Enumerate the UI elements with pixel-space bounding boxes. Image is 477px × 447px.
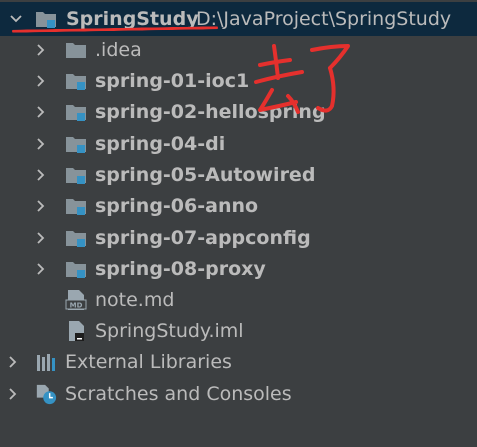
module-folder-icon <box>65 164 87 186</box>
tree-item-label: SpringStudy.iml <box>95 319 244 342</box>
tree-item-label: spring-04-di <box>95 132 226 155</box>
tree-item-module[interactable]: spring-01-ioc1 <box>0 65 477 96</box>
module-folder-icon <box>65 195 87 217</box>
tree-item-module[interactable]: spring-08-proxy <box>0 253 477 284</box>
handwritten-annotation <box>254 44 350 114</box>
tree-item-label: spring-05-Autowired <box>95 163 316 186</box>
tree-item-label: spring-01-ioc1 <box>95 69 250 92</box>
scratches-label: Scratches and Consoles <box>65 382 292 405</box>
folder-icon <box>65 39 87 61</box>
iml-file-icon <box>65 320 87 342</box>
project-tree: SpringStudy D:\JavaProject\SpringStudy .… <box>0 0 477 447</box>
tree-item-label: note.md <box>95 288 175 311</box>
chevron-right-icon[interactable] <box>32 229 50 247</box>
tree-item-label: spring-07-appconfig <box>95 226 311 249</box>
tree-item-module[interactable]: spring-06-anno <box>0 190 477 221</box>
tree-item-label: spring-06-anno <box>95 194 259 217</box>
libraries-icon <box>35 351 57 373</box>
chevron-right-icon[interactable] <box>32 260 50 278</box>
module-folder-icon <box>65 227 87 249</box>
scratches-row[interactable]: Scratches and Consoles <box>0 378 477 409</box>
chevron-right-icon[interactable] <box>32 103 50 121</box>
scratches-icon <box>35 383 57 405</box>
tree-item-file[interactable]: SpringStudy.iml <box>0 315 477 346</box>
chevron-right-icon[interactable] <box>32 72 50 90</box>
chevron-down-icon[interactable] <box>7 10 25 28</box>
chevron-right-icon[interactable] <box>4 353 22 371</box>
svg-text:MD: MD <box>70 301 83 309</box>
tree-item-module[interactable]: spring-02-hellospring <box>0 96 477 127</box>
chevron-right-icon[interactable] <box>32 166 50 184</box>
tree-item-idea[interactable]: .idea <box>0 34 477 65</box>
module-folder-icon <box>65 258 87 280</box>
module-folder-icon <box>65 101 87 123</box>
tree-item-module[interactable]: spring-04-di <box>0 128 477 159</box>
chevron-right-icon[interactable] <box>32 41 50 59</box>
tree-item-label: spring-08-proxy <box>95 257 266 280</box>
module-folder-icon <box>65 133 87 155</box>
markdown-file-icon: MD <box>65 289 87 311</box>
tree-item-file[interactable]: MD note.md <box>0 284 477 315</box>
chevron-right-icon[interactable] <box>32 197 50 215</box>
external-libraries-label: External Libraries <box>65 350 232 373</box>
external-libraries-row[interactable]: External Libraries <box>0 346 477 377</box>
module-folder-icon <box>65 70 87 92</box>
project-path: D:\JavaProject\SpringStudy <box>196 8 452 30</box>
module-folder-icon <box>35 8 57 30</box>
tree-item-module[interactable]: spring-05-Autowired <box>0 159 477 190</box>
chevron-right-icon[interactable] <box>32 135 50 153</box>
tree-item-module[interactable]: spring-07-appconfig <box>0 222 477 253</box>
chevron-right-icon[interactable] <box>4 385 22 403</box>
tree-item-label: .idea <box>95 38 142 61</box>
